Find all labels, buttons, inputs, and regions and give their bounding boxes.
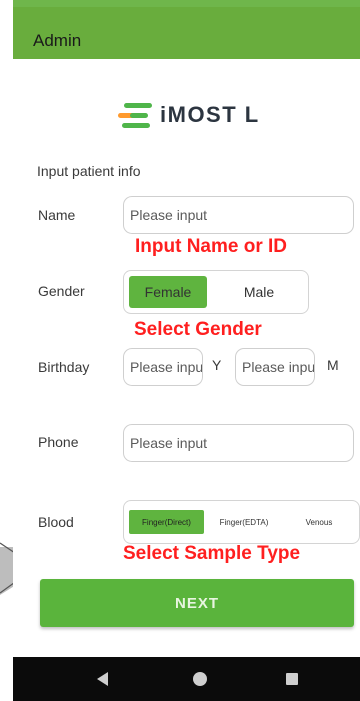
logo-text: iMOST L xyxy=(160,102,260,127)
birth-year-input[interactable]: Please input xyxy=(123,348,203,386)
home-icon[interactable] xyxy=(191,670,209,688)
system-nav-bar xyxy=(13,657,360,701)
gender-selector: Female Male xyxy=(123,270,309,314)
logo-icon xyxy=(118,100,152,130)
recents-icon[interactable] xyxy=(283,670,301,688)
blood-option-finger-direct[interactable]: Finger(Direct) xyxy=(129,510,204,534)
app-bar-title: Admin xyxy=(33,31,82,50)
phone-input[interactable]: Please input xyxy=(123,424,354,462)
blood-option-venous[interactable]: Venous xyxy=(284,510,354,534)
phone-label: Phone xyxy=(38,434,79,450)
birth-year-placeholder: Please input xyxy=(130,359,203,375)
gender-option-female[interactable]: Female xyxy=(129,276,207,308)
section-title: Input patient info xyxy=(37,163,141,179)
name-label: Name xyxy=(38,207,76,223)
month-unit: M xyxy=(327,357,339,373)
blood-option-finger-edta[interactable]: Finger(EDTA) xyxy=(209,510,279,534)
brand-logo: iMOST L xyxy=(118,95,260,135)
phone-screen: Admin iMOST L Input patient info Name Pl… xyxy=(13,0,360,701)
annotation-sample-type: Select Sample Type xyxy=(123,543,301,564)
app-bar: Admin xyxy=(13,7,360,59)
birth-month-input[interactable]: Please input xyxy=(235,348,315,386)
annotation-gender: Select Gender xyxy=(134,319,262,340)
name-input[interactable]: Please input xyxy=(123,196,354,234)
gender-label: Gender xyxy=(38,283,85,299)
birthday-label: Birthday xyxy=(38,359,90,375)
year-unit: Y xyxy=(212,357,222,373)
birth-month-placeholder: Please input xyxy=(242,359,315,375)
back-icon[interactable] xyxy=(93,670,111,688)
annotation-name: Input Name or ID xyxy=(135,236,288,257)
blood-label: Blood xyxy=(38,514,74,530)
next-button[interactable]: NEXT xyxy=(40,579,354,627)
status-bar xyxy=(13,0,360,7)
blood-type-selector: Finger(Direct) Finger(EDTA) Venous xyxy=(123,500,360,544)
gender-option-male[interactable]: Male xyxy=(220,276,298,308)
name-placeholder: Please input xyxy=(130,207,208,223)
phone-placeholder: Please input xyxy=(130,435,208,451)
